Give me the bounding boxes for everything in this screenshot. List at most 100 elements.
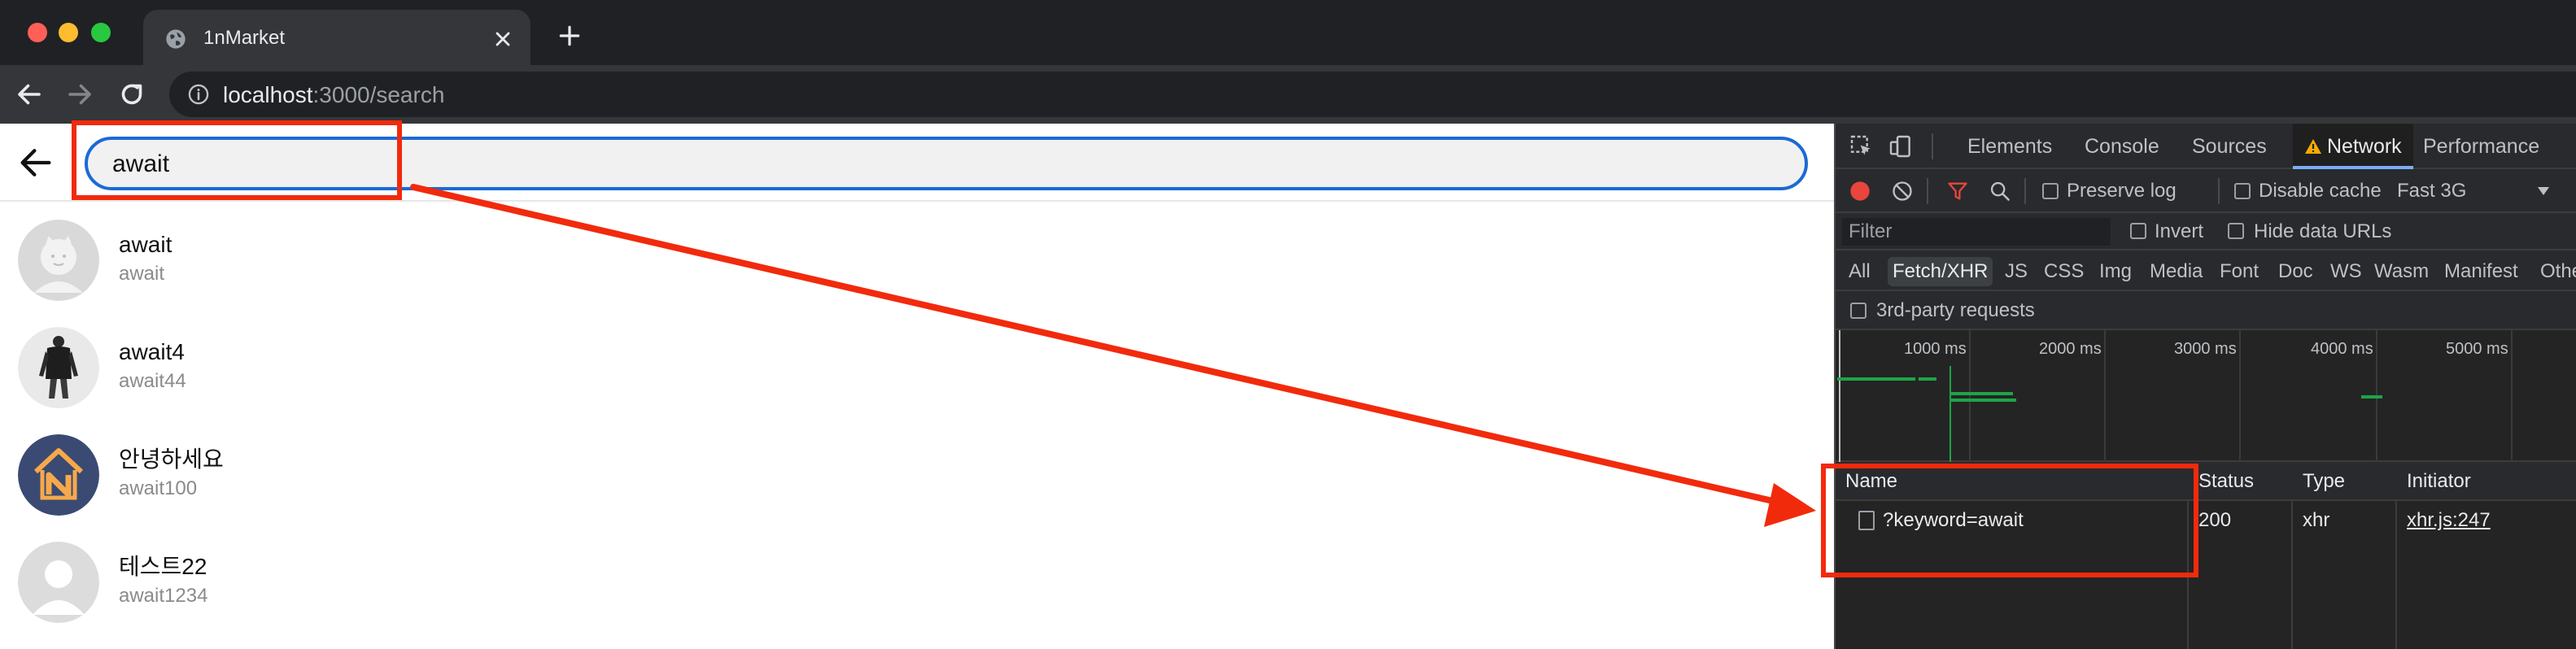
url-host: localhost [223,82,313,107]
fashion-photo-avatar-icon [18,327,99,408]
request-initiator-link[interactable]: xhr.js:247 [2407,501,2491,540]
type-filter-manifest[interactable]: Manifest [2439,257,2523,286]
column-header-status[interactable]: Status [2198,462,2254,501]
annotation-highlight-request [1821,464,2198,577]
filter-input[interactable]: Filter [1842,218,2111,246]
tab-elements[interactable]: Elements [1967,124,2052,169]
back-arrow-icon[interactable] [15,80,44,109]
back-arrow-icon[interactable] [20,148,52,177]
reload-icon[interactable] [117,80,146,109]
filter-row: Filter Invert Hide data URLs [1836,213,2576,250]
zoom-window-button[interactable] [91,23,111,42]
type-filter-js[interactable]: JS [2000,257,2032,286]
new-tab-plus-icon[interactable] [557,23,583,49]
column-header-initiator[interactable]: Initiator [2407,462,2471,501]
avatar [18,327,99,408]
disable-cache-checkbox[interactable] [2234,183,2251,199]
annotation-highlight-search [72,120,402,200]
timeline-label: 1000 ms [1904,340,1967,358]
tab-network[interactable]: Network [2293,124,2413,169]
record-icon[interactable] [1849,180,1871,203]
type-filter-font[interactable]: Font [2215,257,2264,286]
type-filter-media[interactable]: Media [2145,257,2207,286]
list-item[interactable]: await await [0,203,1834,311]
timeline-gridline [1969,330,1971,462]
network-toolbar: Preserve log Disable cache Fast 3G [1836,169,2576,213]
web-page: await await await4 await44 [0,124,1834,649]
list-item[interactable]: 테스트22 await1234 [0,525,1834,633]
network-timeline-overview[interactable]: 1000 ms 2000 ms 3000 ms 4000 ms 5000 ms [1836,330,2576,462]
type-filter-all[interactable]: All [1844,257,1875,286]
timeline-request-bar [2361,395,2382,399]
forward-arrow-icon[interactable] [65,80,94,109]
default-person-avatar-icon [18,542,99,623]
default-cat-avatar-icon [18,220,99,301]
filter-funnel-icon[interactable] [1946,180,1969,203]
url-path: :3000/search [312,82,445,107]
result-name: 안녕하세요 [119,446,224,472]
close-icon[interactable] [491,28,514,50]
minimize-window-button[interactable] [59,23,78,42]
browser-tabstrip: 1nMarket [0,0,2576,67]
list-item[interactable]: await4 await44 [0,311,1834,418]
toolbar-divider [2024,178,2026,204]
search-icon[interactable] [1989,180,2011,203]
throttling-select[interactable]: Fast 3G [2397,179,2466,203]
result-handle: await [119,263,165,285]
dropdown-triangle-icon[interactable] [2537,185,2550,197]
invert-checkbox[interactable] [2130,223,2146,239]
devtools-tab-bar: Elements Console Sources Network Perform… [1836,124,2576,169]
tab-console[interactable]: Console [2085,124,2159,169]
result-handle: await44 [119,370,186,392]
preserve-log-checkbox[interactable] [2042,183,2059,199]
invert-label: Invert [2155,220,2204,242]
disable-cache-label: Disable cache [2259,180,2382,202]
device-toolbar-icon[interactable] [1888,133,1914,159]
toolbar-divider [2218,178,2220,204]
timeline-request-bar [1949,399,2016,402]
request-type: xhr [2303,509,2330,531]
filter-placeholder: Filter [1849,220,1893,242]
timeline-label: 4000 ms [2311,340,2373,358]
result-name: await4 [119,339,185,364]
timeline-marker [1949,366,1951,462]
result-handle: await100 [119,477,198,499]
type-filter-wasm[interactable]: Wasm [2369,257,2434,286]
avatar [18,434,99,516]
browser-tab-active[interactable]: 1nMarket [143,10,530,67]
timeline-request-bar [1837,377,1915,381]
resource-type-filters: All Fetch/XHR JS CSS Img Media Font Doc … [1836,250,2576,291]
hide-data-urls-checkbox[interactable] [2228,223,2244,239]
house-logo-avatar-icon [18,434,99,516]
timeline-label: 2000 ms [2039,340,2102,358]
timeline-gridline [2511,330,2513,462]
list-item[interactable]: 안녕하세요 await100 [0,418,1834,525]
tab-performance[interactable]: Performance [2423,124,2539,169]
type-filter-css[interactable]: CSS [2039,257,2089,286]
clear-icon[interactable] [1891,180,1914,203]
timeline-gridline [1839,330,1840,462]
tab-title: 1nMarket [203,27,286,49]
tab-network-label: Network [2327,135,2402,158]
close-window-button[interactable] [28,23,47,42]
tab-sources[interactable]: Sources [2192,124,2267,169]
info-icon[interactable] [187,83,210,106]
result-name: await [119,232,172,257]
warning-icon [2305,139,2321,154]
type-filter-ws[interactable]: WS [2325,257,2367,286]
type-filter-fetch-xhr[interactable]: Fetch/XHR [1888,257,1993,286]
column-header-type[interactable]: Type [2303,462,2345,501]
address-bar[interactable]: localhost:3000/search [169,72,2576,117]
third-party-checkbox[interactable] [1850,303,1867,319]
preserve-log-label: Preserve log [2067,180,2177,202]
avatar [18,220,99,301]
type-filter-doc[interactable]: Doc [2273,257,2318,286]
inspect-element-icon[interactable] [1849,133,1875,159]
timeline-gridline [2239,330,2241,462]
timeline-label: 5000 ms [2446,340,2508,358]
third-party-row: 3rd-party requests [1836,291,2576,330]
timeline-label: 3000 ms [2174,340,2237,358]
type-filter-img[interactable]: Img [2094,257,2137,286]
type-filter-other[interactable]: Othe [2535,257,2576,286]
globe-icon [166,29,186,49]
